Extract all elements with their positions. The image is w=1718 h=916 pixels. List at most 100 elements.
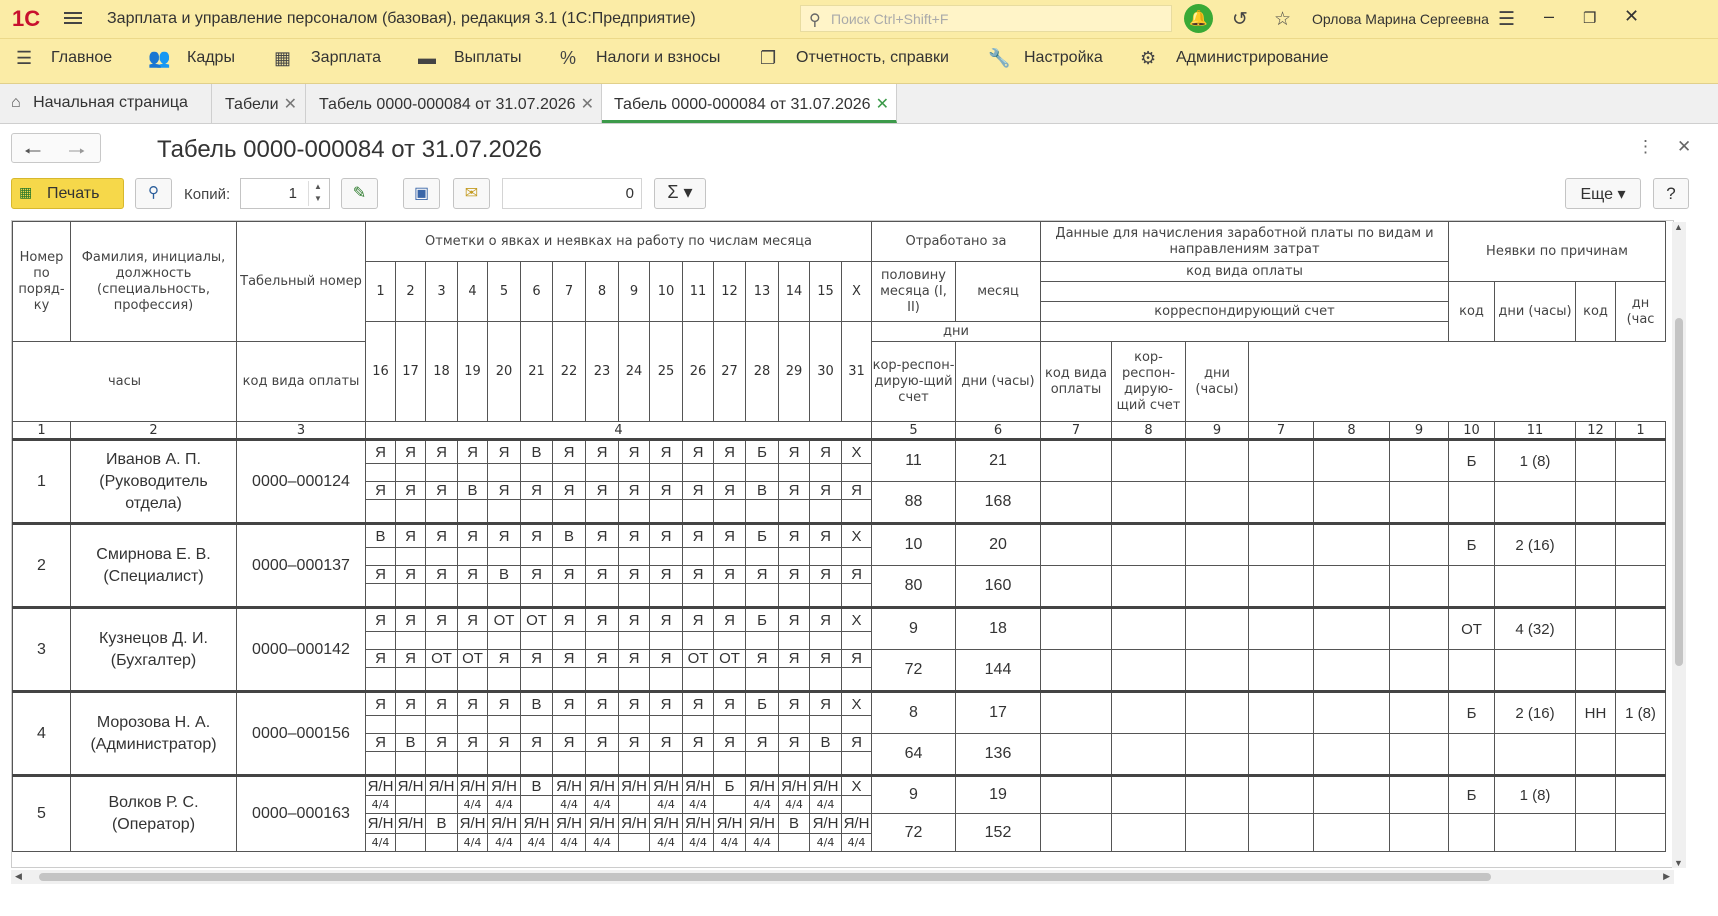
menu-payments[interactable]: Выплаты bbox=[454, 49, 522, 67]
day-hours bbox=[395, 667, 426, 692]
history-icon[interactable]: ↺ bbox=[1232, 8, 1248, 31]
close-app-icon[interactable]: ✕ bbox=[1624, 6, 1639, 27]
favorites-star-icon[interactable]: ☆ bbox=[1274, 8, 1291, 31]
day-hours bbox=[713, 795, 746, 814]
absence-code-2 bbox=[1575, 774, 1616, 814]
day-mark: Я bbox=[618, 565, 650, 584]
menu-settings[interactable]: Настройка bbox=[1024, 49, 1103, 67]
menu-main[interactable]: Главное bbox=[51, 49, 112, 67]
current-user[interactable]: Орлова Марина Сергеевна bbox=[1312, 11, 1489, 27]
more-button[interactable]: Еще ▾ bbox=[1565, 178, 1641, 209]
day-hours bbox=[395, 833, 426, 852]
restore-icon[interactable]: ❐ bbox=[1583, 9, 1596, 27]
vertical-scrollbar[interactable]: ▲ ▼ bbox=[1672, 222, 1686, 868]
horizontal-scroll-thumb[interactable] bbox=[39, 873, 1491, 881]
day-hours bbox=[457, 499, 488, 524]
day-mark: Я bbox=[520, 733, 553, 752]
day-mark: Я bbox=[682, 438, 714, 464]
day-mark: В bbox=[520, 438, 553, 464]
sum-field[interactable]: 0 bbox=[502, 178, 642, 209]
scroll-up-icon[interactable]: ▲ bbox=[1674, 222, 1683, 232]
blank-cell bbox=[1494, 649, 1576, 692]
day-mark: Я bbox=[682, 481, 714, 500]
day-mark: Я bbox=[618, 733, 650, 752]
blank-cell bbox=[1040, 481, 1112, 524]
col-header-dh-1: дни (часы) bbox=[955, 341, 1041, 422]
day-22: 22 bbox=[552, 321, 586, 422]
month-days: 18 bbox=[955, 606, 1041, 650]
close-tab-icon[interactable]: ✕ bbox=[581, 96, 594, 113]
timesheet-report[interactable]: Номер по поряд-ку Фамилия, инициалы, дол… bbox=[11, 220, 1674, 868]
day-hours bbox=[649, 547, 683, 566]
tab-timesheet-doc-active[interactable]: Табель 0000-000084 от 31.07.2026 ✕ bbox=[602, 84, 897, 123]
day-12: 12 bbox=[713, 261, 746, 322]
day-hours bbox=[425, 715, 458, 734]
copies-stepper[interactable]: 1 ▲ ▼ bbox=[240, 178, 330, 209]
day-hours bbox=[809, 547, 842, 566]
open-tabs-bar: ⌂ Начальная страница Табели ✕ Табель 0000… bbox=[0, 84, 1718, 124]
close-tab-icon[interactable]: ✕ bbox=[876, 96, 889, 113]
month-days: 19 bbox=[955, 774, 1041, 814]
blank-cell bbox=[1185, 813, 1249, 852]
day-mark: Я bbox=[457, 690, 488, 716]
close-tab-icon[interactable]: ✕ bbox=[284, 96, 297, 113]
table-row: 5 Волков Р. С. (Оператор) 0000–000163 Я/Н Я/… bbox=[12, 774, 1666, 852]
col-header-hours: часы bbox=[12, 341, 237, 422]
print-button[interactable]: ▦ Печать bbox=[11, 178, 124, 209]
colnum-12: 12 bbox=[1575, 421, 1616, 440]
blank-cell bbox=[1313, 813, 1390, 852]
scroll-left-icon[interactable]: ◀ bbox=[15, 871, 22, 882]
tab-timesheets[interactable]: Табели ✕ bbox=[212, 84, 306, 123]
half-month-days: 9 bbox=[871, 606, 956, 650]
print-preview-button[interactable]: ⚲ bbox=[135, 178, 172, 209]
forward-arrow-icon[interactable]: 🠒 bbox=[68, 137, 85, 171]
day-hours bbox=[487, 751, 521, 776]
menu-reports[interactable]: Отчетность, справки bbox=[796, 49, 949, 67]
settings-lines-icon[interactable]: ☰ bbox=[1498, 8, 1515, 31]
more-actions-icon[interactable]: ⋮ bbox=[1637, 137, 1654, 157]
tab-home[interactable]: ⌂ Начальная страница bbox=[0, 84, 212, 123]
day-mark: Я bbox=[649, 690, 683, 716]
day-mark: Я bbox=[425, 565, 458, 584]
sum-function-button[interactable]: Σ ▾ bbox=[654, 178, 706, 209]
stepper-arrows-icon[interactable]: ▲ ▼ bbox=[308, 181, 327, 206]
colnum-4: 4 bbox=[365, 421, 872, 440]
day-hours bbox=[520, 795, 553, 814]
day-mark: Я bbox=[745, 649, 779, 668]
minimize-icon[interactable]: – bbox=[1544, 6, 1554, 27]
help-button[interactable]: ? bbox=[1653, 178, 1689, 209]
save-button[interactable]: ▣ bbox=[403, 178, 440, 209]
blank-cell bbox=[1575, 813, 1616, 852]
menu-administration[interactable]: Администрирование bbox=[1176, 49, 1329, 67]
vertical-scroll-thumb[interactable] bbox=[1675, 318, 1683, 666]
day-mark: Я bbox=[552, 690, 586, 716]
day-mark: Я bbox=[618, 649, 650, 668]
scroll-right-icon[interactable]: ▶ bbox=[1663, 871, 1670, 882]
menu-taxes[interactable]: Налоги и взносы bbox=[596, 49, 720, 67]
pay-data-cell bbox=[1389, 690, 1449, 734]
day-hours: 4/4 bbox=[552, 833, 586, 852]
day-hours bbox=[395, 715, 426, 734]
send-email-button[interactable]: ✉ bbox=[453, 178, 490, 209]
half-month-days: 10 bbox=[871, 522, 956, 566]
horizontal-scrollbar[interactable]: ◀ ▶ bbox=[11, 870, 1674, 884]
main-menu-icon[interactable] bbox=[64, 9, 82, 27]
search-input[interactable]: ⚲ Поиск Ctrl+Shift+F bbox=[800, 5, 1172, 32]
close-document-icon[interactable]: ✕ bbox=[1677, 137, 1691, 157]
absence-code: Б bbox=[1448, 522, 1495, 566]
day-9: 9 bbox=[618, 261, 650, 322]
menu-salary[interactable]: Зарплата bbox=[311, 49, 381, 67]
edit-mode-button[interactable]: ✎ bbox=[341, 178, 378, 209]
print-button-label: Печать bbox=[47, 185, 100, 202]
menu-personnel[interactable]: Кадры bbox=[187, 49, 235, 67]
day-mark: В bbox=[520, 690, 553, 716]
absence-days: 2 (16) bbox=[1494, 690, 1576, 734]
blank-cell bbox=[1494, 733, 1576, 776]
day-hours bbox=[585, 751, 619, 776]
tab-timesheet-doc[interactable]: Табель 0000-000084 от 31.07.2026 ✕ bbox=[306, 84, 602, 123]
back-arrow-icon[interactable]: 🠐 bbox=[24, 137, 41, 171]
day-hours bbox=[649, 715, 683, 734]
scroll-down-icon[interactable]: ▼ bbox=[1674, 858, 1683, 868]
notifications-bell-icon[interactable]: 🔔 bbox=[1184, 4, 1213, 33]
day-hours bbox=[682, 751, 714, 776]
